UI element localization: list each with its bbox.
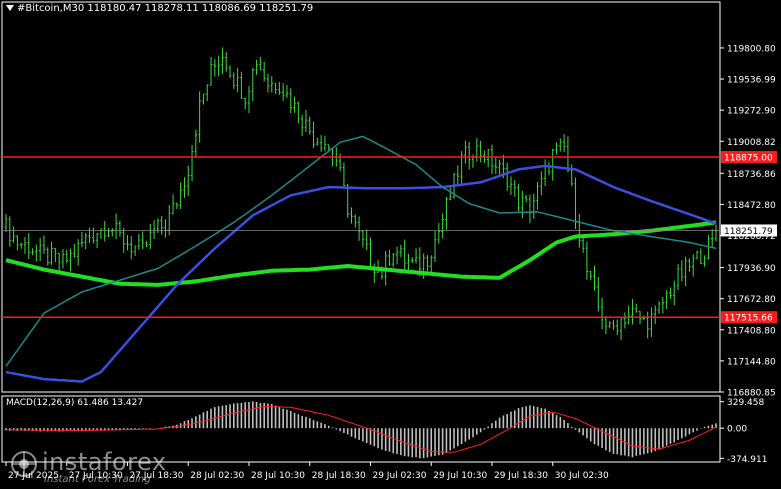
- moving-average-line-3: [5, 135, 717, 367]
- watermark-brand: instaforex: [42, 448, 167, 476]
- y-tick-label: 119008.82: [727, 138, 776, 148]
- chart-canvas[interactable]: 119800.80 119536.99 119272.90 119008.82 1187…: [0, 0, 781, 489]
- symbol-timeframe: #Bitcoin,M30: [17, 3, 85, 14]
- watermark-tagline: Instant Forex Trading: [44, 474, 151, 485]
- y-tick-label: 117144.80: [727, 357, 776, 367]
- y-tick-label: 119272.90: [727, 107, 776, 117]
- chart-window: 119800.80 119536.99 119272.90 119008.82 1187…: [0, 0, 781, 489]
- y-tick-label: 118472.80: [727, 201, 776, 211]
- x-tick-label: 30 Jul 02:30: [555, 471, 609, 481]
- x-tick-label: 28 Jul 10:30: [251, 471, 305, 481]
- y-tick-label: 119536.99: [727, 76, 776, 86]
- x-tick-label: 28 Jul 18:30: [312, 471, 366, 481]
- y-tick-label: 119800.80: [727, 44, 776, 54]
- ohlc-values: 118180.47 118278.11 118086.69 118251.79: [87, 3, 314, 14]
- candles-group: [4, 47, 718, 340]
- level-label: 117515.66: [724, 314, 773, 324]
- moving-average-line-2: [5, 164, 717, 383]
- y-tick-label: 117408.80: [727, 326, 776, 336]
- dropdown-triangle-icon[interactable]: [6, 5, 14, 11]
- last-price-label: 118251.79: [724, 227, 773, 237]
- y-tick-label: 117936.90: [727, 264, 776, 274]
- instaforex-logo-icon: [11, 451, 37, 477]
- watermark: instaforex Instant Forex Trading: [4, 446, 204, 486]
- main-panel-frame: [1, 1, 721, 393]
- x-tick-label: 29 Jul 02:30: [372, 471, 426, 481]
- y-tick-label: 116880.85: [727, 389, 776, 399]
- x-tick-label: 29 Jul 10:30: [433, 471, 487, 481]
- macd-header: MACD(12,26,9) 61.486 13.427: [6, 398, 143, 408]
- macd-y-tick-label: 0.00: [727, 425, 747, 435]
- macd-y-tick-label: -374.911: [727, 455, 767, 465]
- macd-y-tick-label: 329.458: [727, 398, 764, 408]
- y-tick-label: 117672.80: [727, 295, 776, 305]
- chart-header: #Bitcoin,M30 118180.47 118278.11 118086.…: [6, 3, 313, 14]
- level-label: 118875.00: [724, 154, 773, 164]
- y-tick-label: 118736.86: [727, 170, 776, 180]
- x-tick-label: 29 Jul 18:30: [494, 471, 548, 481]
